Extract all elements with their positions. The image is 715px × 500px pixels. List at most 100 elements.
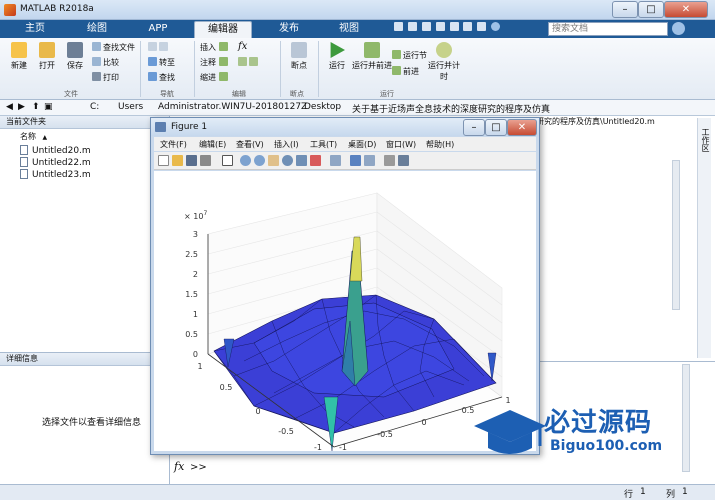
nav-arrows[interactable] xyxy=(148,42,170,52)
save-button[interactable]: 保存 xyxy=(60,40,90,71)
command-prompt[interactable]: >> xyxy=(190,462,207,473)
menu-file[interactable]: 文件(F) xyxy=(160,139,187,150)
workspace-side-label: 工作区 xyxy=(701,128,710,152)
run-advance-button[interactable]: 运行并前进 xyxy=(352,40,392,71)
details-message: 选择文件以查看详细信息 xyxy=(42,418,142,428)
print-button[interactable]: 打印 xyxy=(92,72,119,83)
paste-icon[interactable] xyxy=(435,22,445,31)
z-tick-label: 1 xyxy=(193,310,198,319)
path-user[interactable]: Administrator.WIN7U-20180127Z xyxy=(158,102,307,112)
tab-editor[interactable]: 编辑器 xyxy=(194,21,252,38)
link-plot-icon[interactable] xyxy=(330,155,341,166)
tab-publish[interactable]: 发布 xyxy=(266,21,312,38)
workspace-side-tab[interactable]: 工作区 xyxy=(697,118,711,358)
new-figure-icon[interactable] xyxy=(158,155,169,166)
path-drive[interactable]: C: xyxy=(90,102,99,112)
find-files-button[interactable]: 查找文件 xyxy=(92,42,135,53)
minimize-button[interactable]: – xyxy=(612,1,638,18)
editor-path-tab[interactable]: 研究的程序及仿真\Untitled20.m xyxy=(536,116,696,128)
search-documentation-input[interactable]: 搜索文档 xyxy=(548,22,668,36)
save-icon[interactable] xyxy=(394,22,403,31)
compare-button[interactable]: 比较 xyxy=(92,57,119,68)
advance-label: 前进 xyxy=(403,67,419,76)
indent-button[interactable]: 缩进 xyxy=(200,72,230,83)
breakpoints-button[interactable]: 断点 xyxy=(284,40,314,71)
rotate-3d-icon[interactable] xyxy=(282,155,293,166)
run-section-button[interactable]: 运行节 xyxy=(392,50,427,61)
file-name: Untitled20.m xyxy=(32,146,91,156)
browse-folder-icon[interactable]: ▣ xyxy=(44,102,53,112)
insert-button[interactable]: 插入 xyxy=(200,42,230,53)
fx-button[interactable]: fx xyxy=(238,41,247,52)
save-figure-icon[interactable] xyxy=(186,155,197,166)
file-item[interactable]: Untitled20.m xyxy=(20,145,91,156)
find-button[interactable]: 查找 xyxy=(148,72,175,83)
details-panel: 详细信息 选择文件以查看详细信息 xyxy=(0,352,170,484)
figure-minimize-button[interactable]: – xyxy=(463,119,485,136)
forward-arrow-icon[interactable]: ▶ xyxy=(18,102,25,112)
figure-close-button[interactable]: ✕ xyxy=(507,119,537,136)
up-folder-icon[interactable]: ⬆ xyxy=(32,102,40,112)
colorbar-icon[interactable] xyxy=(350,155,361,166)
goto-label: 转至 xyxy=(159,58,175,67)
menu-tools[interactable]: 工具(T) xyxy=(310,139,337,150)
cut-icon[interactable] xyxy=(407,22,417,31)
show-plot-tools-icon[interactable] xyxy=(398,155,409,166)
path-folder[interactable]: 关于基于近场声全息技术的深度研究的程序及仿真 xyxy=(352,102,550,115)
pan-hand-icon[interactable] xyxy=(268,155,279,166)
goto-button[interactable]: 转至 xyxy=(148,57,175,68)
close-button[interactable]: ✕ xyxy=(664,1,708,18)
figure-title-bar[interactable]: Figure 1 – □ ✕ xyxy=(151,118,539,136)
run-button[interactable]: 运行 xyxy=(322,40,352,71)
menu-window[interactable]: 窗口(W) xyxy=(386,139,416,150)
undo-icon[interactable] xyxy=(449,22,459,31)
path-users[interactable]: Users xyxy=(118,102,143,112)
name-column-header[interactable]: 名称 ▲ xyxy=(20,131,168,143)
new-button[interactable]: 新建 xyxy=(4,40,34,71)
switch-windows-icon[interactable] xyxy=(477,22,487,31)
ribbon-tabs: 主页 绘图 APP 编辑器 发布 视图 搜索文档 xyxy=(0,20,715,38)
address-bar[interactable]: ◀ ▶ ⬆ ▣ C: Users Administrator.WIN7U-201… xyxy=(0,100,715,116)
file-item[interactable]: Untitled23.m xyxy=(20,169,91,180)
print-figure-icon[interactable] xyxy=(200,155,211,166)
maximize-button[interactable]: □ xyxy=(638,1,664,18)
menu-edit[interactable]: 编辑(E) xyxy=(199,139,226,150)
brush-icon[interactable] xyxy=(310,155,321,166)
menu-desktop[interactable]: 桌面(D) xyxy=(348,139,376,150)
copy-icon[interactable] xyxy=(421,22,431,31)
edit-tools[interactable] xyxy=(238,57,260,67)
tab-apps[interactable]: APP xyxy=(136,21,180,38)
run-advance-icon xyxy=(364,42,380,58)
open-file-icon[interactable] xyxy=(172,155,183,166)
command-scrollbar[interactable] xyxy=(682,364,690,472)
menu-help[interactable]: 帮助(H) xyxy=(426,139,454,150)
tab-plots[interactable]: 绘图 xyxy=(72,21,122,38)
menu-view[interactable]: 查看(V) xyxy=(236,139,264,150)
advance-button[interactable]: 前进 xyxy=(392,66,419,77)
watermark-brand: 必过源码 xyxy=(544,408,653,438)
ribbon-divider xyxy=(140,41,141,97)
tab-view[interactable]: 视图 xyxy=(326,21,372,38)
comment-button[interactable]: 注释 xyxy=(200,57,230,68)
menu-insert[interactable]: 插入(I) xyxy=(274,139,299,150)
run-and-time-button[interactable]: 运行并计时 xyxy=(428,40,460,82)
save-disk-icon xyxy=(67,42,83,58)
back-arrow-icon[interactable]: ◀ xyxy=(6,102,13,112)
file-item[interactable]: Untitled22.m xyxy=(20,157,91,168)
row-value: 1 xyxy=(640,487,646,497)
pointer-icon[interactable] xyxy=(222,155,233,166)
legend-icon[interactable] xyxy=(364,155,375,166)
open-button[interactable]: 打开 xyxy=(32,40,62,71)
help-icon[interactable] xyxy=(491,22,501,31)
data-cursor-icon[interactable] xyxy=(296,155,307,166)
zoom-in-icon[interactable] xyxy=(240,155,251,166)
hide-plot-tools-icon[interactable] xyxy=(384,155,395,166)
zoom-out-icon[interactable] xyxy=(254,155,265,166)
z-tick-label: 0.5 xyxy=(185,330,198,339)
redo-icon[interactable] xyxy=(463,22,473,31)
path-desktop[interactable]: Desktop xyxy=(304,102,341,112)
figure-maximize-button[interactable]: □ xyxy=(485,119,507,136)
search-icon[interactable] xyxy=(672,22,685,35)
tab-home[interactable]: 主页 xyxy=(12,21,58,38)
editor-scrollbar[interactable] xyxy=(672,160,680,310)
